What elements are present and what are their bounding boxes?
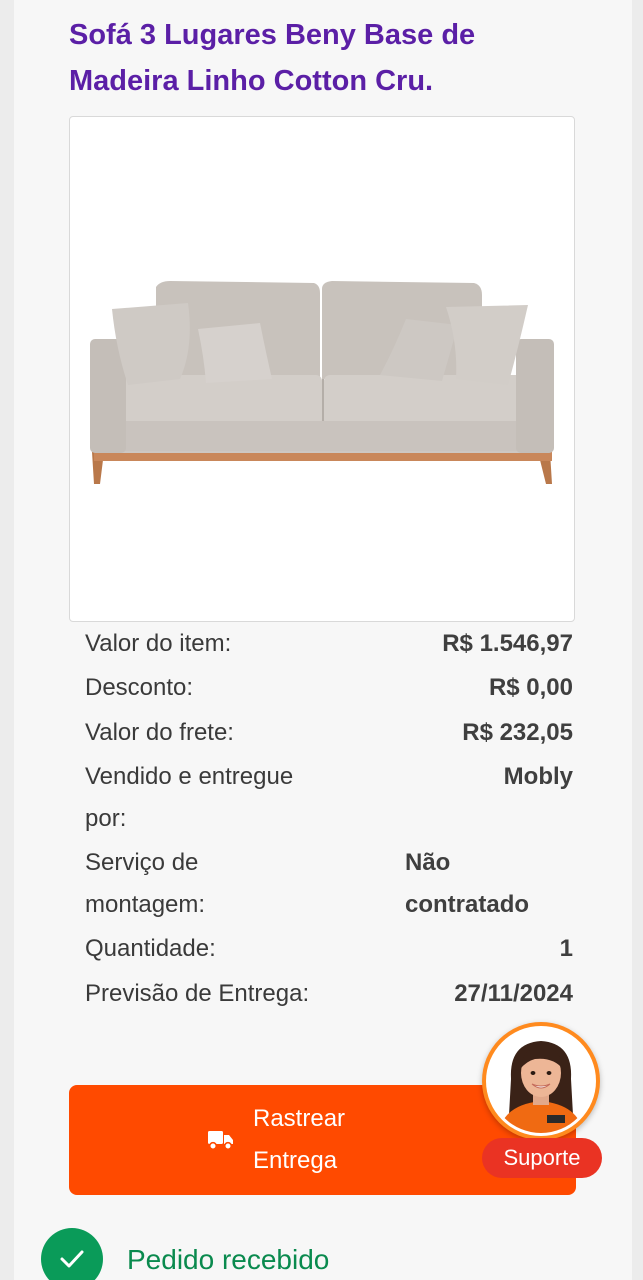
seller-row: Vendido e entregue por: Mobly — [85, 756, 573, 842]
sofa-image — [90, 281, 554, 484]
check-icon — [60, 1250, 84, 1268]
delivery-value: 27/11/2024 — [454, 980, 573, 1007]
product-title[interactable]: Sofá 3 Lugares Beny Base de Madeira Linh… — [69, 12, 539, 104]
discount-value: R$ 0,00 — [488, 674, 573, 701]
seller-value: Mobly — [503, 763, 573, 790]
order-status: Pedido recebido — [41, 1228, 601, 1280]
quantity-value: 1 — [559, 935, 573, 962]
item-value: R$ 1.546,97 — [442, 630, 573, 657]
track-delivery-label: Rastrear Entrega — [253, 1105, 346, 1174]
discount-row: Desconto: R$ 0,00 — [85, 667, 573, 712]
delivery-label: Previsão de Entrega: — [85, 980, 310, 1007]
item-value-label: Valor do item: — [85, 630, 232, 657]
shipping-row: Valor do frete: R$ 232,05 — [85, 712, 573, 756]
delivery-row: Previsão de Entrega: 27/11/2024 — [85, 973, 573, 1018]
assembly-value: Não contratado — [405, 849, 530, 918]
support-widget[interactable]: Suporte — [482, 1022, 632, 1182]
shipping-value: R$ 232,05 — [462, 719, 573, 746]
item-value-row: Valor do item: R$ 1.546,97 — [85, 622, 573, 667]
support-label[interactable]: Suporte — [482, 1138, 602, 1178]
status-label: Pedido recebido — [127, 1244, 330, 1275]
product-image[interactable] — [69, 116, 575, 622]
avatar — [489, 1029, 593, 1133]
assembly-label: Serviço de montagem: — [85, 849, 206, 918]
order-details: Valor do item: R$ 1.546,97 Desconto: R$ … — [85, 622, 573, 1018]
status-check-circle — [41, 1228, 103, 1280]
assembly-row: Serviço de montagem: Não contratado — [85, 842, 573, 928]
shipping-label: Valor do frete: — [85, 719, 234, 746]
discount-label: Desconto: — [85, 674, 194, 701]
quantity-label: Quantidade: — [85, 935, 216, 962]
quantity-row: Quantidade: 1 — [85, 928, 573, 973]
seller-label: Vendido e entregue por: — [85, 763, 294, 832]
order-detail-page: Sofá 3 Lugares Beny Base de Madeira Linh… — [14, 0, 632, 1280]
support-avatar[interactable] — [482, 1022, 600, 1140]
truck-icon — [208, 1131, 233, 1151]
